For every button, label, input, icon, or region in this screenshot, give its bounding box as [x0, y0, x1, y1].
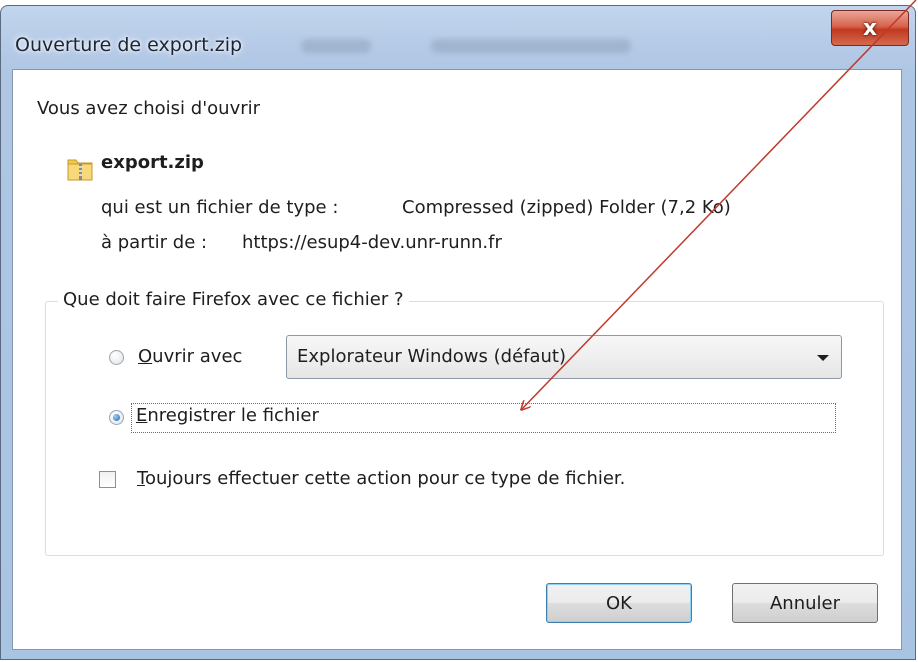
save-file-label[interactable]: Enregistrer le fichier: [136, 405, 319, 426]
radio-selected-dot: [113, 414, 120, 421]
cancel-button[interactable]: Annuler: [732, 583, 878, 623]
open-with-app-value: Explorateur Windows (défaut): [297, 346, 567, 367]
zip-folder-icon: [67, 159, 93, 181]
open-with-label[interactable]: Ouvrir avec: [138, 346, 242, 367]
intro-text: Vous avez choisi d'ouvrir: [37, 98, 261, 119]
blurred-background-text: [431, 39, 631, 53]
window-title: Ouverture de export.zip: [15, 34, 243, 56]
file-name: export.zip: [101, 152, 204, 173]
blurred-background-text: [301, 39, 371, 53]
source-label: à partir de :: [101, 232, 208, 253]
always-do-this-label[interactable]: Toujours effectuer cette action pour ce …: [137, 468, 625, 489]
open-with-radio[interactable]: [109, 350, 124, 365]
file-type-label: qui est un fichier de type :: [101, 197, 339, 218]
action-group-legend: Que doit faire Firefox avec ce fichier ?: [58, 289, 409, 310]
chevron-down-icon: [817, 355, 829, 361]
close-icon: x: [862, 15, 878, 41]
file-type-value: Compressed (zipped) Folder (7,2 Ko): [402, 197, 731, 218]
close-button[interactable]: x: [831, 10, 909, 46]
open-with-app-select[interactable]: Explorateur Windows (défaut): [286, 335, 842, 379]
title-bar[interactable]: Ouverture de export.zip x: [1, 6, 915, 76]
always-do-this-checkbox[interactable]: [99, 471, 116, 488]
source-url: https://esup4-dev.unr-runn.fr: [242, 232, 502, 253]
ok-button[interactable]: OK: [546, 583, 692, 623]
dialog-content: Vous avez choisi d'ouvrir export.zip qui…: [12, 69, 902, 650]
save-file-radio[interactable]: [109, 410, 124, 425]
